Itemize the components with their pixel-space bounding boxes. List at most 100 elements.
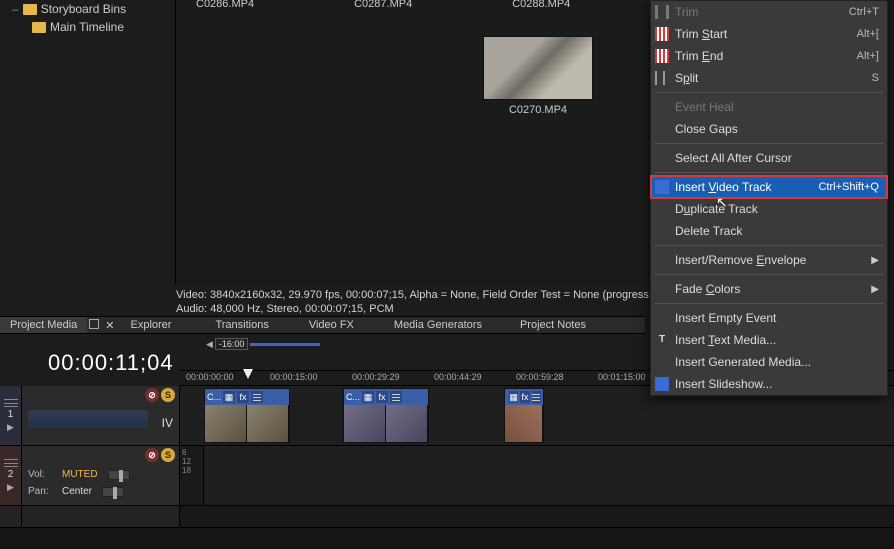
fx-icon[interactable]: fx [376, 391, 388, 403]
playhead-icon[interactable] [243, 369, 253, 379]
vol-label: Vol: [28, 469, 52, 480]
clip-thumbnail [247, 405, 289, 442]
menu-separator [655, 172, 883, 173]
tree-label: Main Timeline [50, 20, 124, 34]
track-label: IV [162, 416, 173, 430]
clip-thumbnail [205, 405, 247, 442]
track-fader[interactable] [28, 410, 148, 428]
submenu-arrow-icon: ▶ [871, 255, 879, 266]
menu-separator [655, 303, 883, 304]
menu-shortcut: Alt+] [857, 50, 879, 62]
clip-label: C... [207, 392, 221, 402]
menu-item[interactable]: SplitS [651, 67, 887, 89]
pan-knob[interactable] [102, 487, 124, 497]
menu-item[interactable]: Duplicate Track [651, 198, 887, 220]
vol-value: MUTED [62, 469, 98, 480]
timecode-display[interactable]: 00:00:11;04 [48, 350, 174, 376]
menu-item-label: Insert/Remove Envelope [675, 253, 806, 267]
text-icon: T [655, 333, 669, 347]
rate-value: -16:00 [215, 338, 249, 350]
stripes-icon [655, 49, 669, 63]
menu-item-label: Insert Video Track [675, 180, 772, 194]
thumbnail-label: C0270.MP4 [509, 104, 567, 116]
context-menu: TrimCtrl+TTrim StartAlt+[Trim EndAlt+]Sp… [650, 0, 888, 396]
audio-track-header[interactable]: ⊘ S Vol: MUTED Pan: Center [22, 446, 180, 505]
mute-icon[interactable]: ⊘ [145, 388, 159, 402]
tab-media-generators[interactable]: Media Generators [384, 317, 492, 333]
media-info-video: Video: 3840x2160x32, 29.970 fps, 00:00:0… [176, 288, 656, 302]
menu-separator [655, 92, 883, 93]
film-icon [655, 180, 669, 194]
fx-icon[interactable]: fx [520, 391, 529, 403]
menu-item-label: Select All After Cursor [675, 151, 792, 165]
vol-knob[interactable] [108, 470, 130, 480]
menu-item[interactable]: Fade Colors▶ [651, 278, 887, 300]
pan-crop-icon[interactable]: ▦ [223, 391, 235, 403]
menu-item: Event Heal [651, 96, 887, 118]
tab-transitions[interactable]: Transitions [205, 317, 278, 333]
menu-item-label: Insert Slideshow... [675, 377, 772, 391]
menu-item-label: Delete Track [675, 224, 742, 238]
menu-item[interactable]: Insert/Remove Envelope ▶ [651, 249, 887, 271]
track-index-col[interactable]: 1 ▶ [0, 386, 22, 445]
menu-item[interactable]: Trim EndAlt+] [651, 45, 887, 67]
spacer-timeline[interactable] [180, 506, 894, 527]
menu-shortcut: S [872, 72, 879, 84]
clip-menu-icon[interactable] [532, 391, 541, 403]
thumb-label[interactable]: C0288.MP4 [512, 0, 570, 10]
rate-track[interactable] [250, 343, 320, 346]
thumb-label[interactable]: C0286.MP4 [196, 0, 254, 10]
pan-label: Pan: [28, 486, 52, 497]
ruler-mark: 00:01:15:00 [598, 372, 646, 382]
tab-project-media[interactable]: Project Media [0, 317, 87, 333]
tree-item-main-timeline[interactable]: Main Timeline [4, 18, 164, 36]
solo-icon[interactable]: S [161, 388, 175, 402]
track-index-col[interactable]: 2 ▶ [0, 446, 22, 505]
drag-lines-icon [4, 399, 18, 407]
tab-explorer[interactable]: Explorer [120, 317, 181, 333]
menu-item[interactable]: Trim StartAlt+[ [651, 23, 887, 45]
dock-icon[interactable] [89, 319, 99, 329]
close-icon[interactable]: ✕ [105, 319, 114, 332]
tree-item-storyboard-bins[interactable]: – Storyboard Bins [4, 0, 164, 18]
video-track-header[interactable]: ⊘ S IV [22, 386, 180, 445]
media-info-audio: Audio: 48,000 Hz, Stereo, 00:00:07;15, P… [176, 302, 656, 316]
audio-timeline[interactable] [204, 446, 894, 505]
fx-icon[interactable]: fx [237, 391, 249, 403]
menu-item[interactable]: TInsert Text Media... [651, 329, 887, 351]
clip-menu-icon[interactable] [251, 391, 263, 403]
video-clip[interactable]: C...▦fx [343, 388, 429, 443]
menu-separator [655, 245, 883, 246]
tab-project-notes[interactable]: Project Notes [510, 317, 596, 333]
menu-item[interactable]: Close Gaps [651, 118, 887, 140]
drag-lines-icon [4, 459, 18, 467]
menu-shortcut: Ctrl+Shift+Q [818, 181, 879, 193]
menu-shortcut: Alt+[ [857, 28, 879, 40]
media-info: Video: 3840x2160x32, 29.970 fps, 00:00:0… [176, 288, 656, 315]
menu-item[interactable]: Insert Empty Event [651, 307, 887, 329]
pan-crop-icon[interactable]: ▦ [509, 391, 518, 403]
film-icon [655, 377, 669, 391]
menu-item[interactable]: Insert Slideshow... [651, 373, 887, 395]
audio-track: 2 ▶ ⊘ S Vol: MUTED Pan: Center 6 12 18 [0, 446, 894, 506]
tab-video-fx[interactable]: Video FX [299, 317, 364, 333]
solo-icon[interactable]: S [161, 448, 175, 462]
panel-tabs: Project Media ✕ Explorer Transitions Vid… [0, 316, 645, 334]
record-icon[interactable]: ⊘ [145, 448, 159, 462]
pan-crop-icon[interactable]: ▦ [362, 391, 374, 403]
audio-meter: 6 12 18 [180, 446, 204, 505]
chevron-right-icon: ▶ [7, 482, 14, 493]
video-clip[interactable]: ▦fx [504, 388, 544, 443]
video-clip[interactable]: C...▦fx [204, 388, 290, 443]
thumbnail-image [483, 36, 593, 100]
menu-item-label: Close Gaps [675, 122, 738, 136]
thumb-label[interactable]: C0287.MP4 [354, 0, 412, 10]
clip-menu-icon[interactable] [390, 391, 402, 403]
menu-item[interactable]: Select All After Cursor [651, 147, 887, 169]
menu-item[interactable]: Insert Generated Media... [651, 351, 887, 373]
menu-item: TrimCtrl+T [651, 1, 887, 23]
menu-item[interactable]: Delete Track [651, 220, 887, 242]
clip-header: C...▦fx [205, 389, 289, 405]
rate-slider[interactable]: ◀ -16:00 [206, 338, 320, 350]
menu-item[interactable]: Insert Video Track Ctrl+Shift+Q [651, 176, 887, 198]
